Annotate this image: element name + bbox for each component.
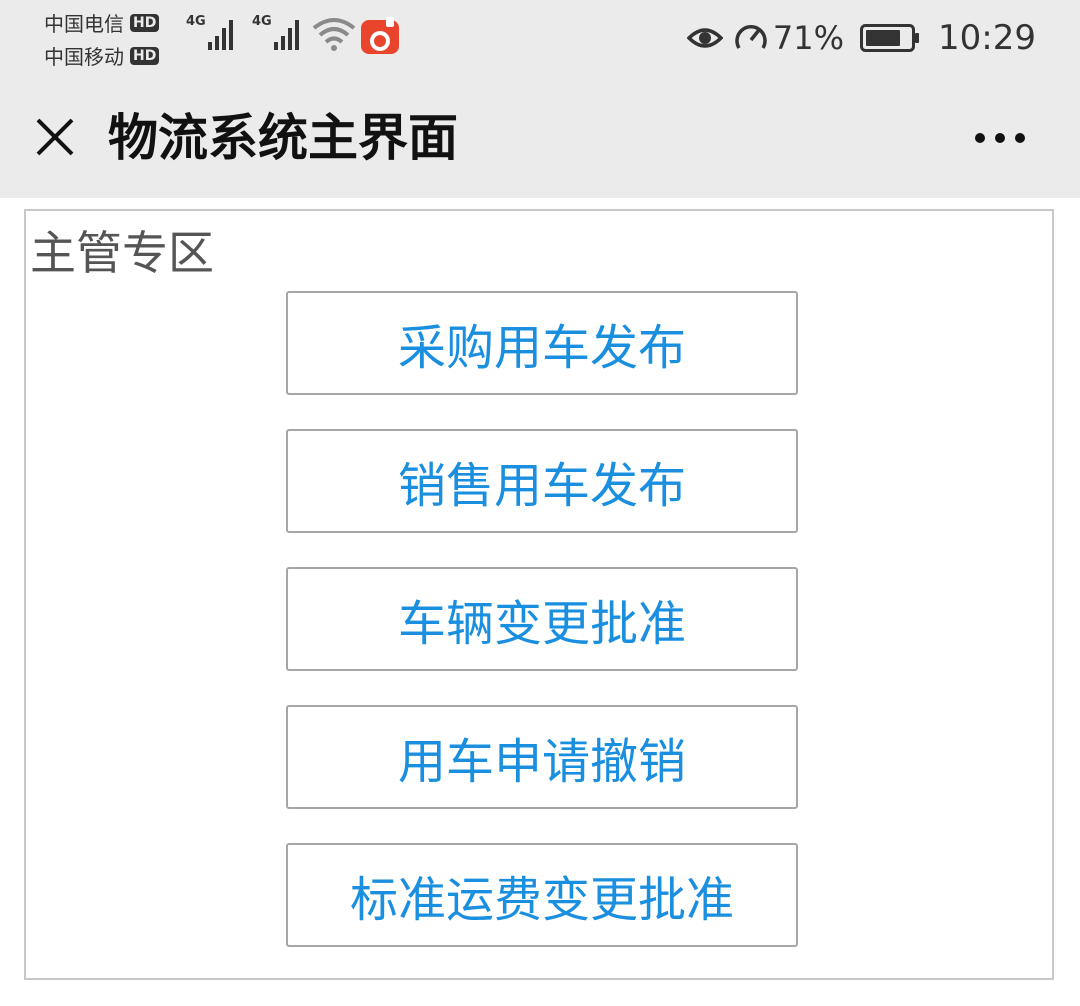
signal-icon: 4G: [252, 14, 299, 50]
sales-vehicle-publish-button[interactable]: 销售用车发布: [286, 429, 798, 533]
section-title: 主管专区: [30, 226, 214, 280]
hd-badge-1: HD: [130, 13, 160, 32]
carrier-name-1: 中国电信: [44, 12, 124, 36]
carrier-info: 中国电信 HD 中国移动 HD: [44, 6, 184, 72]
app-notification-icon: [361, 17, 399, 54]
network-type-2: 4G: [252, 14, 272, 29]
close-icon: [36, 118, 74, 156]
wifi-icon: [312, 18, 356, 51]
vehicle-change-approval-button[interactable]: 车辆变更批准: [286, 567, 798, 671]
speed-icon: [735, 25, 767, 49]
page-title: 物流系统主界面: [108, 109, 458, 167]
carrier-row-2: 中国移动 HD: [44, 39, 184, 72]
hd-badge-2: HD: [130, 46, 160, 65]
network-type-1: 4G: [186, 14, 206, 29]
battery-icon: [860, 24, 920, 52]
carrier-row-1: 中国电信 HD: [44, 6, 184, 39]
status-right-group: 71% 10:29: [686, 16, 1036, 60]
vehicle-request-cancel-button[interactable]: 用车申请撤销: [286, 705, 798, 809]
title-bar: 物流系统主界面: [0, 80, 1080, 198]
freight-change-approval-button[interactable]: 标准运费变更批准: [286, 843, 798, 947]
more-icon: [975, 133, 1025, 143]
clock: 10:29: [938, 18, 1036, 58]
battery-percent: 71%: [772, 19, 845, 57]
eye-icon: [686, 28, 723, 48]
purchase-vehicle-publish-button[interactable]: 采购用车发布: [286, 291, 798, 395]
carrier-name-2: 中国移动: [44, 45, 124, 69]
signal-icon: 4G: [186, 14, 233, 50]
supervisor-panel: 主管专区 采购用车发布 销售用车发布 车辆变更批准 用车申请撤销 标准运费变更批…: [24, 209, 1054, 980]
more-button[interactable]: [960, 116, 1040, 160]
status-bar: 中国电信 HD 中国移动 HD 4G 4G 71% 10:29: [0, 0, 1080, 80]
close-button[interactable]: [28, 110, 82, 164]
